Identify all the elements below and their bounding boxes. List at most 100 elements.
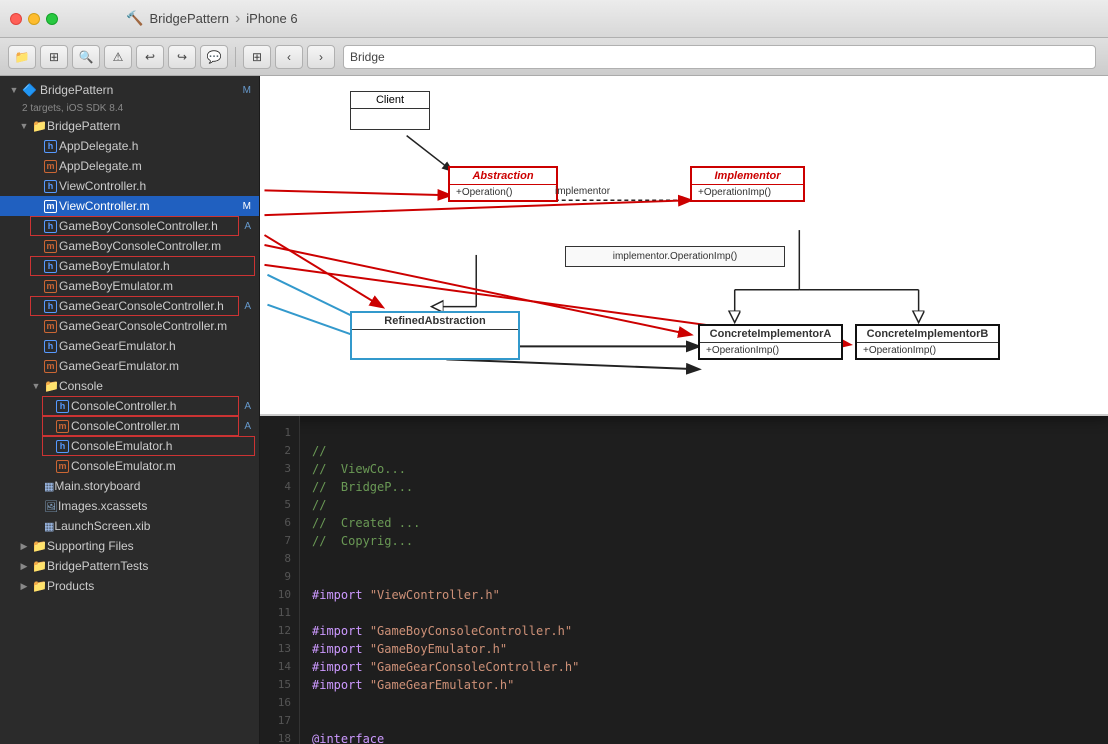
layout-button[interactable]: ⊞ xyxy=(243,45,271,69)
uml-concrete-b-box: ConcreteImplementorB +OperationImp() xyxy=(855,324,1000,360)
sidebar-item-gameboyemulator-h[interactable]: h GameBoyEmulator.h xyxy=(0,256,259,276)
code-editor[interactable]: 1 2 3 4 5 6 7 8 9 10 11 12 13 14 15 16 1… xyxy=(260,416,1108,744)
root-badge: M xyxy=(243,85,255,96)
close-button[interactable] xyxy=(10,13,22,25)
undo-button[interactable]: ↩ xyxy=(136,45,164,69)
uml-implementor-box: Implementor +OperationImp() xyxy=(690,166,805,202)
file-label: AppDelegate.h xyxy=(59,139,255,153)
sidebar-item-consoleemulator-h[interactable]: h ConsoleEmulator.h xyxy=(0,436,259,456)
comment-button[interactable]: 💬 xyxy=(200,45,228,69)
line-num: 10 xyxy=(260,586,299,604)
file-type-icon: h xyxy=(44,340,57,353)
sidebar-item-bridgepattern-tests[interactable]: ▶ 📁 BridgePatternTests xyxy=(0,556,259,576)
group-label: Console xyxy=(59,379,255,393)
sidebar-item-gamegearemulator-m[interactable]: m GameGearEmulator.m xyxy=(0,356,259,376)
sidebar-item-gamegearconsolecontroller-h[interactable]: h GameGearConsoleController.h A xyxy=(0,296,259,316)
maximize-button[interactable] xyxy=(46,13,58,25)
sidebar-item-consolecontroller-m[interactable]: m ConsoleController.m A xyxy=(0,416,259,436)
minimize-button[interactable] xyxy=(28,13,40,25)
sidebar-item-console-group[interactable]: ▼ 📁 Console xyxy=(0,376,259,396)
file-badge: A xyxy=(244,301,255,312)
sidebar[interactable]: ▼ 🔷 BridgePattern M 2 targets, iOS SDK 8… xyxy=(0,76,260,744)
sidebar-item-appdelegate-m[interactable]: m AppDelegate.m xyxy=(0,156,259,176)
storyboard-icon: ▦ xyxy=(44,480,54,493)
sidebar-root[interactable]: ▼ 🔷 BridgePattern M xyxy=(0,80,259,100)
line-numbers: 1 2 3 4 5 6 7 8 9 10 11 12 13 14 15 16 1… xyxy=(260,416,300,744)
line-num: 16 xyxy=(260,694,299,712)
folder-icon: 📁 xyxy=(32,539,47,553)
device-name: iPhone 6 xyxy=(246,11,297,26)
redo-button[interactable]: ↪ xyxy=(168,45,196,69)
uml-concrete-b-op: +OperationImp() xyxy=(863,345,992,356)
sidebar-item-consoleemulator-m[interactable]: m ConsoleEmulator.m xyxy=(0,456,259,476)
uml-concrete-a-box: ConcreteImplementorA +OperationImp() xyxy=(698,324,843,360)
uml-concrete-a-label: ConcreteImplementorA xyxy=(700,326,841,343)
sidebar-item-gameboyemulator-m[interactable]: m GameBoyEmulator.m xyxy=(0,276,259,296)
code-content[interactable]: // // ViewCo... // BridgeP... // // Crea… xyxy=(300,416,1108,744)
uml-implementor-field: implementor xyxy=(555,186,610,197)
root-arrow: ▼ xyxy=(6,85,22,95)
line-num: 1 xyxy=(260,424,299,442)
uml-abstraction-box: Abstraction +Operation() xyxy=(448,166,558,202)
breadcrumb-text: Bridge xyxy=(350,50,385,64)
uml-concrete-b-label: ConcreteImplementorB xyxy=(857,326,998,343)
code-area: Client Abstraction +Operation() Implemen… xyxy=(260,76,1108,744)
forward-button[interactable]: › xyxy=(307,45,335,69)
file-type-icon: m xyxy=(56,460,69,473)
sidebar-item-gameboyconsolecontroller-m[interactable]: m GameBoyConsoleController.m xyxy=(0,236,259,256)
titlebar-separator: › xyxy=(235,10,240,28)
sidebar-item-appdelegate-h[interactable]: h AppDelegate.h xyxy=(0,136,259,156)
root-label: BridgePattern xyxy=(40,83,243,97)
back-button[interactable]: ‹ xyxy=(275,45,303,69)
sidebar-item-viewcontroller-h[interactable]: h ViewController.h xyxy=(0,176,259,196)
sidebar-item-main-storyboard[interactable]: ▦ Main.storyboard xyxy=(0,476,259,496)
file-type-icon: m xyxy=(44,280,57,293)
uml-operation-imp: +OperationImp() xyxy=(698,187,797,198)
sidebar-item-gamegearconsolecontroller-m[interactable]: m GameGearConsoleController.m xyxy=(0,316,259,336)
file-label: ConsoleController.h xyxy=(71,399,244,413)
file-label: ViewController.h xyxy=(59,179,255,193)
file-badge: A xyxy=(244,401,255,412)
file-label: ConsoleController.m xyxy=(71,419,244,433)
toolbar-divider xyxy=(235,47,236,67)
uml-operation: +Operation() xyxy=(456,187,550,198)
add-button[interactable]: ⊞ xyxy=(40,45,68,69)
line-num: 18 xyxy=(260,730,299,744)
sidebar-item-gameboyconsolecontroller-h[interactable]: h GameBoyConsoleController.h A xyxy=(0,216,259,236)
line-num: 17 xyxy=(260,712,299,730)
line-num: 8 xyxy=(260,550,299,568)
sidebar-item-products[interactable]: ▶ 📁 Products xyxy=(0,576,259,596)
breadcrumb[interactable]: Bridge xyxy=(343,45,1096,69)
file-type-icon: m xyxy=(56,420,69,433)
sidebar-item-supporting-files[interactable]: ▶ 📁 Supporting Files xyxy=(0,536,259,556)
sidebar-item-gamegearemulator-h[interactable]: h GameGearEmulator.h xyxy=(0,336,259,356)
file-label: GameGearConsoleController.m xyxy=(59,319,255,333)
titlebar: 🔨 BridgePattern › iPhone 6 xyxy=(0,0,1108,38)
line-num: 5 xyxy=(260,496,299,514)
sidebar-item-launchscreen-xib[interactable]: ▦ LaunchScreen.xib xyxy=(0,516,259,536)
file-type-icon: h xyxy=(44,140,57,153)
file-label: AppDelegate.m xyxy=(59,159,255,173)
uml-imp-call: implementor.OperationImp() xyxy=(613,251,738,262)
sidebar-item-bridgepattern-group[interactable]: ▼ 📁 BridgePattern xyxy=(0,116,259,136)
folder-icon: 📁 xyxy=(32,579,47,593)
line-num: 7 xyxy=(260,532,299,550)
file-label: LaunchScreen.xib xyxy=(54,519,255,533)
file-type-icon: h xyxy=(56,440,69,453)
sidebar-item-viewcontroller-m[interactable]: m ViewController.m M xyxy=(0,196,259,216)
xib-icon: ▦ xyxy=(44,520,54,533)
uml-implementor-label: Implementor xyxy=(692,168,803,185)
new-file-button[interactable]: 📁 xyxy=(8,45,36,69)
uml-middle-body: implementor.OperationImp() xyxy=(566,247,784,266)
warning-button[interactable]: ⚠ xyxy=(104,45,132,69)
file-label: GameBoyConsoleController.h xyxy=(59,219,244,233)
line-num: 6 xyxy=(260,514,299,532)
line-num: 13 xyxy=(260,640,299,658)
sidebar-item-consolecontroller-h[interactable]: h ConsoleController.h A xyxy=(0,396,259,416)
sidebar-item-images-xcassets[interactable]: 🖼 Images.xcassets xyxy=(0,496,259,516)
file-type-icon: m xyxy=(44,320,57,333)
line-num: 15 xyxy=(260,676,299,694)
file-label: GameBoyEmulator.m xyxy=(59,279,255,293)
search-button[interactable]: 🔍 xyxy=(72,45,100,69)
uml-canvas: Client Abstraction +Operation() Implemen… xyxy=(260,76,1108,414)
